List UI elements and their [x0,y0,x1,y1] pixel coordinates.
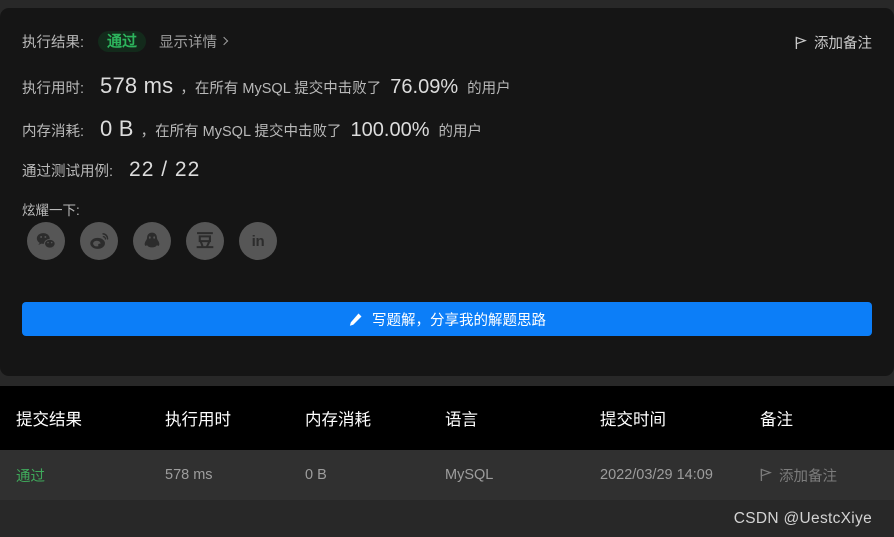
header-memory: 内存消耗 [305,411,371,429]
row-status-link[interactable]: 通过 [16,469,45,485]
add-note-button[interactable]: 添加备注 [795,32,872,53]
header-submit-time: 提交时间 [600,411,666,429]
douban-glyph: 豆 [196,231,214,251]
header-runtime: 执行用时 [165,411,231,429]
share-label: 炫耀一下: [22,203,80,218]
status-badge: 通过 [98,31,147,52]
write-solution-button[interactable]: 写题解，分享我的解题思路 [22,302,872,336]
memory-percentile: 100.00% [350,119,430,141]
header-note: 备注 [760,411,793,429]
linkedin-icon[interactable]: in [239,222,277,260]
memory-row: 内存消耗: 0 B ，在所有 MySQL 提交中击败了 100.00% 的用户 [22,116,482,142]
watermark: CSDN @UestcXiye [733,510,872,527]
submissions-table: 提交结果 执行用时 内存消耗 语言 提交时间 备注 通过 578 ms 0 B … [0,386,894,500]
testcases-row: 通过测试用例: 22 / 22 [22,158,200,182]
submission-result-page: 执行结果: 通过 显示详情 添加备注 执行用时: 578 ms ，在所有 MyS… [0,0,894,537]
runtime-tail-text: 的用户 [467,81,511,97]
write-solution-label: 写题解，分享我的解题思路 [372,312,546,329]
row-submit-time: 2022/03/29 14:09 [600,467,713,483]
chevron-right-icon [219,36,229,45]
runtime-value: 578 ms [100,73,174,98]
memory-value: 0 B [100,116,134,141]
execution-result-row: 执行结果: 通过 显示详情 [22,31,229,52]
row-add-note-button[interactable]: 添加备注 [760,465,894,486]
runtime-percentile: 76.09% [390,76,459,98]
qq-icon[interactable] [133,222,171,260]
table-row[interactable]: 通过 578 ms 0 B MySQL 2022/03/29 14:09 添加备… [0,450,894,500]
row-memory: 0 B [305,467,327,483]
testcases-value: 22 / 22 [129,158,201,181]
memory-label: 内存消耗: [22,124,85,140]
douban-icon[interactable]: 豆 [186,222,224,260]
header-submit-result: 提交结果 [16,411,82,429]
memory-tail-text: 的用户 [438,124,483,140]
flag-icon [760,468,772,482]
row-language: MySQL [445,467,494,483]
table-header-row: 提交结果 执行用时 内存消耗 语言 提交时间 备注 [0,386,894,450]
wechat-icon[interactable] [27,222,65,260]
show-detail-label: 显示详情 [159,35,218,51]
testcases-label: 通过测试用例: [22,164,114,180]
linkedin-glyph: in [251,232,265,250]
row-runtime: 578 ms [165,467,213,483]
row-note-cell: 添加备注 [760,465,894,486]
weibo-icon[interactable] [80,222,118,260]
show-detail-link[interactable]: 显示详情 [159,31,229,52]
runtime-row: 执行用时: 578 ms ，在所有 MySQL 提交中击败了 76.09% 的用… [22,73,511,99]
header-language: 语言 [445,411,478,429]
share-icons-row: 豆 in [27,222,277,260]
pencil-icon [348,312,363,327]
runtime-middle-text: ，在所有 MySQL 提交中击败了 [180,81,382,97]
runtime-label: 执行用时: [22,81,85,97]
add-note-label: 添加备注 [814,36,872,52]
result-panel: 执行结果: 通过 显示详情 添加备注 执行用时: 578 ms ，在所有 MyS… [0,8,894,376]
row-status: 通过 [0,465,165,486]
memory-middle-text: ，在所有 MySQL 提交中击败了 [140,124,342,140]
row-add-note-label: 添加备注 [779,468,837,485]
flag-icon [795,36,807,50]
execution-result-label: 执行结果: [22,35,85,51]
